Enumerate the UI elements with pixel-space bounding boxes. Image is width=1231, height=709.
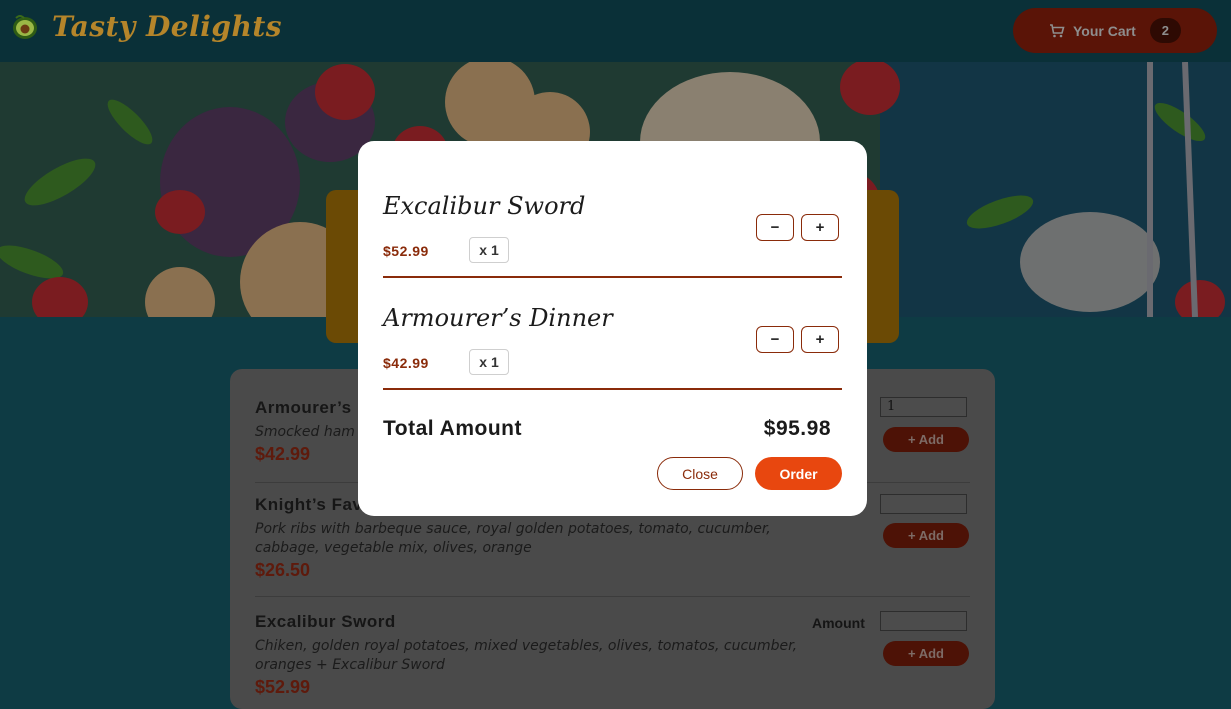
amount-input[interactable] xyxy=(880,611,967,631)
meal-price: $52.99 xyxy=(255,677,311,697)
avocado-icon xyxy=(13,15,37,39)
cart-count-badge: 2 xyxy=(1149,18,1181,43)
amount-label: Amount xyxy=(812,615,865,631)
add-button[interactable]: + Add xyxy=(883,523,969,548)
cart-item-name: Armourer’s Dinner xyxy=(383,304,613,332)
cart-button[interactable]: Your Cart 2 xyxy=(1013,8,1217,53)
add-button[interactable]: + Add xyxy=(883,427,969,452)
total-label: Total Amount xyxy=(383,417,522,440)
cart-item-price: $42.99 xyxy=(383,355,429,371)
cart-item-name: Excalibur Sword xyxy=(383,192,586,220)
increase-button[interactable]: + xyxy=(801,214,839,241)
divider xyxy=(383,276,842,278)
meal-description: Pork ribs with barbeque sauce, royal gol… xyxy=(255,521,771,556)
meal-description: Chiken, golden royal potatoes, mixed veg… xyxy=(255,638,798,673)
order-button[interactable]: Order xyxy=(755,457,842,490)
cart-modal: Excalibur Sword $52.99 x 1 − + Armourer’… xyxy=(358,141,867,516)
increase-button[interactable]: + xyxy=(801,326,839,353)
amount-input[interactable]: 1 xyxy=(880,397,967,417)
decrease-button[interactable]: − xyxy=(756,326,794,353)
add-button[interactable]: + Add xyxy=(883,641,969,666)
close-button[interactable]: Close xyxy=(657,457,743,490)
amount-input[interactable] xyxy=(880,494,967,514)
total-value: $95.98 xyxy=(763,417,831,440)
decrease-button[interactable]: − xyxy=(756,214,794,241)
cart-item-qty: x 1 xyxy=(469,237,509,263)
cart-item-qty: x 1 xyxy=(469,349,509,375)
divider xyxy=(255,596,970,597)
meal-price: $42.99 xyxy=(255,444,311,464)
divider xyxy=(383,388,842,390)
cart-label: Your Cart xyxy=(1073,22,1136,39)
brand-title[interactable]: Tasty Delights xyxy=(52,10,282,43)
meal-price: $26.50 xyxy=(255,560,311,580)
cart-item-price: $52.99 xyxy=(383,243,429,259)
meal-name: Excalibur Sword xyxy=(255,612,396,631)
app-header: Tasty Delights Your Cart 2 xyxy=(0,0,1231,62)
cart-icon xyxy=(1050,23,1065,37)
